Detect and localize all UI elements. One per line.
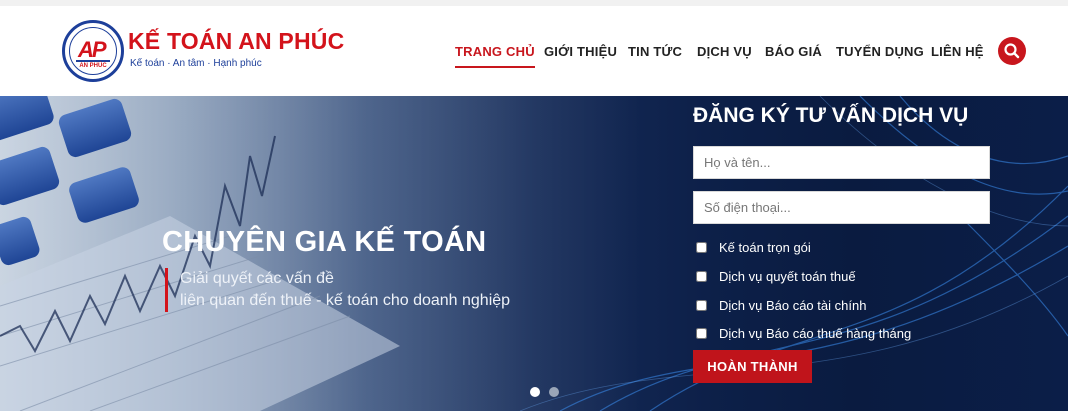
option-label: Dịch vụ quyết toán thuế [719,268,856,284]
hero-subtitle-line-1: Giải quyết các vấn đề [180,270,334,287]
name-input[interactable] [693,146,990,179]
option-checkbox[interactable] [696,327,707,339]
submit-button[interactable]: HOÀN THÀNH [693,350,812,383]
option-quyet-toan-thue[interactable]: Dịch vụ quyết toán thuế [696,268,856,284]
hero-title: CHUYÊN GIA KẾ TOÁN [162,226,487,258]
nav-item-trang-chu[interactable]: TRANG CHỦ [455,44,535,68]
hero-slider: CHUYÊN GIA KẾ TOÁN Giải quyết các vấn đề… [0,96,1068,411]
nav-item-bao-gia[interactable]: BÁO GIÁ [765,44,822,59]
brand-logo[interactable]: AP AN PHÚC KẾ TOÁN AN PHÚC Kế toán · An … [62,20,344,82]
brand-name: KẾ TOÁN AN PHÚC [128,28,345,54]
slider-dot-1[interactable] [530,387,540,397]
slider-dot-2[interactable] [549,387,559,397]
logo-caption: AN PHÚC [79,63,107,69]
form-title: ĐĂNG KÝ TƯ VẤN DỊCH VỤ [693,104,969,127]
nav-item-lien-he[interactable]: LIÊN HỆ [931,44,984,59]
nav-item-tin-tuc[interactable]: TIN TỨC [628,44,682,59]
option-checkbox[interactable] [696,299,707,311]
option-bao-cao-tai-chinh[interactable]: Dịch vụ Báo cáo tài chính [696,297,866,313]
logo-divider [76,60,110,62]
option-checkbox[interactable] [696,270,707,282]
option-label: Dịch vụ Báo cáo tài chính [719,297,867,313]
nav-item-gioi-thieu[interactable]: GIỚI THIỆU [544,44,617,59]
brand-tagline: Kế toán · An tâm · Hạnh phúc [130,58,262,69]
option-label: Dịch vụ Báo cáo thuế hàng tháng [719,325,912,341]
phone-input[interactable] [693,191,990,224]
nav-item-tuyen-dung[interactable]: TUYỂN DỤNG [836,44,924,59]
hero-subtitle: Giải quyết các vấn đề liên quan đến thuế… [165,268,510,312]
site-header: AP AN PHÚC KẾ TOÁN AN PHÚC Kế toán · An … [0,6,1068,96]
option-label: Kế toán trọn gói [719,239,811,255]
option-checkbox[interactable] [696,241,707,253]
search-icon [1004,43,1020,59]
hero-background-image [0,96,1068,411]
option-bao-cao-thue-hang-thang[interactable]: Dịch vụ Báo cáo thuế hàng tháng [696,325,911,341]
hero-subtitle-line-2: liên quan đến thuế - kế toán cho doanh n… [180,292,511,309]
search-button[interactable] [998,37,1026,65]
option-ke-toan-tron-goi[interactable]: Kế toán trọn gói [696,239,811,255]
logo-emblem: AP AN PHÚC [62,20,124,82]
nav-item-dich-vu[interactable]: DỊCH VỤ [697,44,752,59]
